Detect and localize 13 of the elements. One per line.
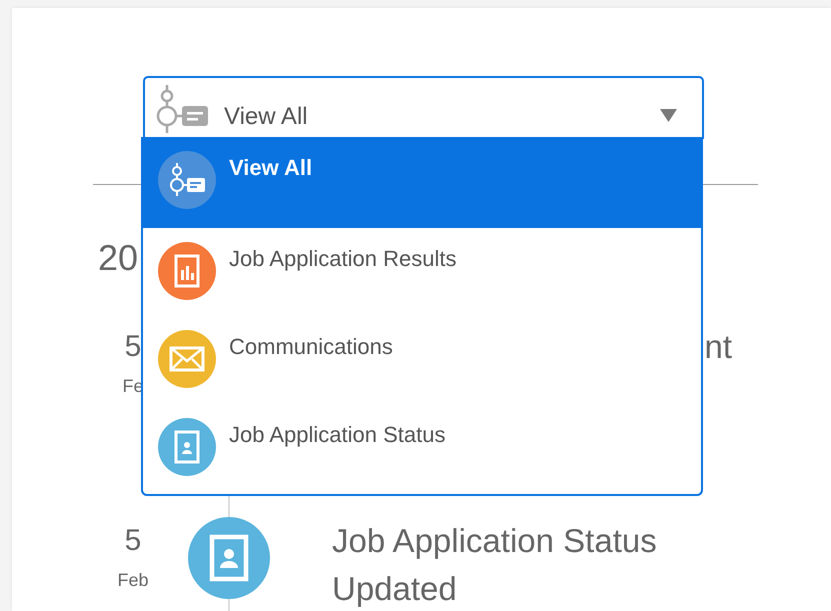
date-month: Feb	[116, 569, 150, 591]
bar-chart-icon	[158, 242, 216, 300]
date-day: 5	[100, 523, 166, 559]
menu-option[interactable]: View All	[141, 137, 703, 228]
year-heading: 20	[98, 236, 138, 280]
event-title: Job Application Status Updated	[332, 521, 658, 609]
envelope-icon	[158, 330, 216, 388]
profile-document-icon	[158, 418, 216, 476]
caret-icon	[660, 109, 677, 122]
profile-document-icon	[188, 517, 270, 599]
menu-option[interactable]: Job Application Status	[141, 404, 703, 492]
timeline-filter-icon	[158, 151, 216, 209]
menu-option[interactable]: Job Application Results	[141, 228, 703, 316]
